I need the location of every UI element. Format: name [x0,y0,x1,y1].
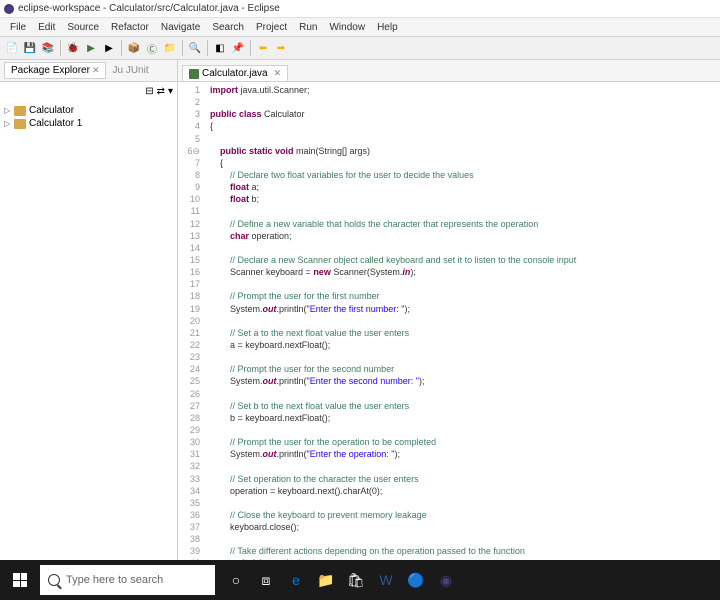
java-file-icon [189,69,199,79]
explorer-icon[interactable]: 📁 [313,567,339,593]
tab-junit[interactable]: Ju JUnit [106,63,154,78]
taskbar-icons: ○ ⧈ e 📁 🛍 W 🔵 ◉ [223,567,459,593]
forward-icon[interactable]: ➡ [273,40,289,56]
code-content[interactable]: import java.util.Scanner;public class Ca… [206,82,720,560]
word-icon[interactable]: W [373,567,399,593]
open-type-icon[interactable]: 📁 [162,40,178,56]
start-button[interactable] [0,560,40,600]
chrome-icon[interactable]: 🔵 [403,567,429,593]
window-title: eclipse-workspace - Calculator/src/Calcu… [18,3,280,14]
store-icon[interactable]: 🛍 [343,567,369,593]
taskbar-search[interactable]: Type here to search [40,565,215,595]
debug-icon[interactable]: 🐞 [65,40,81,56]
new-class-icon[interactable]: Ⓒ [144,40,160,56]
sidebar-toolbar: ⊟ ⇄ ▾ [0,82,177,100]
tree-item-calculator[interactable]: ▷Calculator [4,104,173,117]
search-placeholder: Type here to search [66,574,163,586]
sidebar: Package Explorer✕ Ju JUnit ⊟ ⇄ ▾ ▷Calcul… [0,60,178,560]
save-icon[interactable]: 💾 [22,40,38,56]
new-icon[interactable]: 📄 [4,40,20,56]
eclipse-taskbar-icon[interactable]: ◉ [433,567,459,593]
windows-taskbar: Type here to search ○ ⧈ e 📁 🛍 W 🔵 ◉ [0,560,720,600]
search-icon [48,574,60,586]
taskview-icon[interactable]: ⧈ [253,567,279,593]
close-icon[interactable]: ✕ [92,65,100,75]
menu-file[interactable]: File [4,22,32,33]
pin-icon[interactable]: 📌 [230,40,246,56]
menu-navigate[interactable]: Navigate [155,22,206,33]
back-icon[interactable]: ⬅ [255,40,271,56]
code-editor[interactable]: 123456⊖789101112131415161718192021222324… [178,82,720,560]
run-icon[interactable]: ▶ [83,40,99,56]
gutter: 123456⊖789101112131415161718192021222324… [178,82,206,560]
menu-refactor[interactable]: Refactor [105,22,155,33]
cortana-icon[interactable]: ○ [223,567,249,593]
editor-tab-label: Calculator.java [202,68,268,79]
menu-run[interactable]: Run [293,22,323,33]
menu-bar: File Edit Source Refactor Navigate Searc… [0,18,720,36]
coverage-icon[interactable]: ▶ [101,40,117,56]
eclipse-icon [4,4,14,14]
link-icon[interactable]: ⇄ [157,86,165,97]
menu-source[interactable]: Source [61,22,105,33]
menu-edit[interactable]: Edit [32,22,61,33]
save-all-icon[interactable]: 📚 [40,40,56,56]
project-tree: ▷Calculator ▷Calculator 1 [0,100,177,134]
toggle-icon[interactable]: ◧ [212,40,228,56]
menu-help[interactable]: Help [371,22,404,33]
tree-item-calculator-1[interactable]: ▷Calculator 1 [4,117,173,130]
view-menu-icon[interactable]: ▾ [168,86,173,97]
sidebar-tabs: Package Explorer✕ Ju JUnit [0,60,177,82]
toolbar: 📄 💾 📚 🐞 ▶ ▶ 📦 Ⓒ 📁 🔍 ◧ 📌 ⬅ ➡ [0,36,720,60]
editor-tab-calculator[interactable]: Calculator.java ✕ [182,65,288,81]
close-icon[interactable]: ✕ [274,68,282,79]
collapse-icon[interactable]: ⊟ [145,86,153,97]
editor-area: Calculator.java ✕ 123456⊖789101112131415… [178,60,720,560]
menu-window[interactable]: Window [323,22,371,33]
tab-package-explorer[interactable]: Package Explorer✕ [4,62,106,79]
search-icon[interactable]: 🔍 [187,40,203,56]
menu-project[interactable]: Project [250,22,293,33]
menu-search[interactable]: Search [206,22,250,33]
new-package-icon[interactable]: 📦 [126,40,142,56]
title-bar: eclipse-workspace - Calculator/src/Calcu… [0,0,720,18]
editor-tabs: Calculator.java ✕ [178,60,720,82]
edge-icon[interactable]: e [283,567,309,593]
